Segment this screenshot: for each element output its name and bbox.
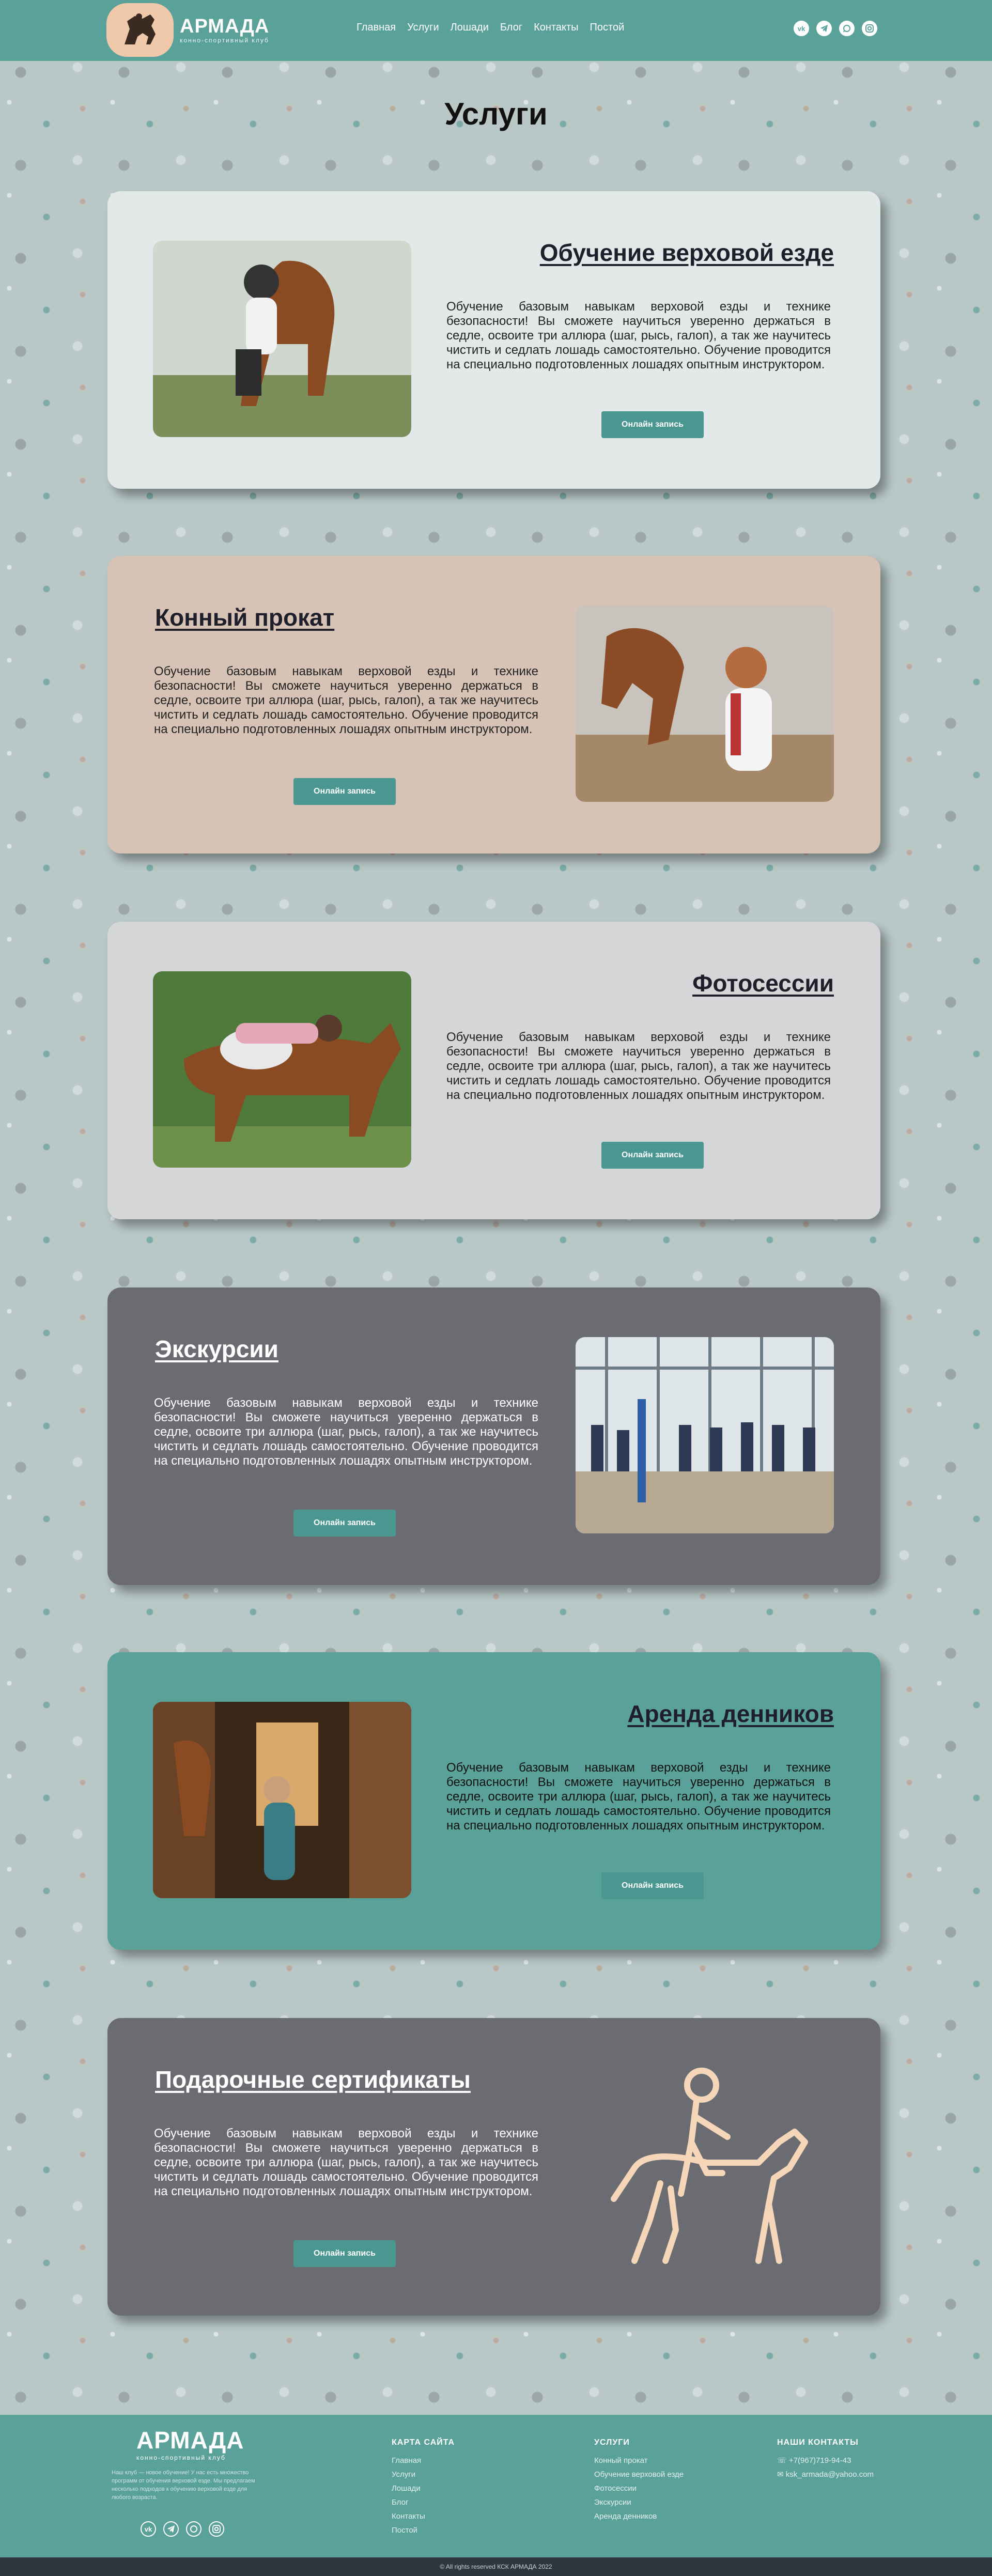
online-booking-button[interactable]: Онлайн запись (601, 1872, 704, 1899)
service-card-riding-lessons: Обучение верховой езде Обучение базовым … (107, 191, 880, 489)
footer-brand-name: АРМАДА (136, 2427, 244, 2454)
online-booking-button[interactable]: Онлайн запись (601, 1142, 704, 1169)
service-description: Обучение базовым навыкам верховой езды и… (154, 2127, 538, 2198)
copyright-text: © All rights reserved КСК АРМАДА 2022 (440, 2563, 552, 2570)
footer-sitemap: КАРТА САЙТА Главная Услуги Лошади Блог К… (392, 2435, 455, 2537)
nav-boarding[interactable]: Постой (590, 22, 625, 34)
phone-icon: ☏ (777, 2456, 789, 2465)
sitemap-link[interactable]: Лошади (392, 2481, 455, 2495)
instagram-icon[interactable] (862, 21, 877, 36)
sitemap-link[interactable]: Контакты (392, 2509, 455, 2523)
whatsapp-icon[interactable] (186, 2521, 202, 2537)
service-card-stall-rental: Аренда денников Обучение базовым навыкам… (107, 1652, 880, 1950)
vk-icon[interactable]: vk (141, 2521, 156, 2537)
service-link[interactable]: Аренда денников (594, 2509, 684, 2523)
nav-home[interactable]: Главная (357, 22, 396, 34)
service-card-excursions: Экскурсии Обучение базовым навыкам верхо… (107, 1287, 880, 1585)
vk-icon[interactable]: vk (794, 21, 809, 36)
footer-services: УСЛУГИ Конный прокат Обучение верховой е… (594, 2435, 684, 2523)
copyright-bar: © All rights reserved КСК АРМАДА 2022 (0, 2557, 992, 2576)
page-title: Услуги (444, 97, 548, 131)
horse-rider-icon (603, 2065, 820, 2276)
telegram-icon[interactable] (816, 21, 832, 36)
sitemap-link[interactable]: Услуги (392, 2468, 455, 2481)
service-description: Обучение базовым навыкам верховой езды и… (154, 1396, 538, 1468)
horse-logo-icon (106, 3, 174, 57)
footer-socials: vk (141, 2521, 224, 2537)
service-card-horse-rental: Конный прокат Обучение базовым навыкам в… (107, 556, 880, 854)
excursion-photo (576, 1337, 834, 1533)
site-footer: АРМАДА конно-спортивный клуб Наш клуб — … (0, 2415, 992, 2557)
service-description: Обучение базовым навыкам верховой езды и… (154, 664, 538, 736)
service-description: Обучение базовым навыкам верховой езды и… (446, 300, 831, 371)
nav-blog[interactable]: Блог (500, 22, 522, 34)
sitemap-link[interactable]: Постой (392, 2523, 455, 2537)
telegram-icon[interactable] (163, 2521, 179, 2537)
phone-number: +7(967)719-94-43 (788, 2456, 851, 2465)
nav-services[interactable]: Услуги (407, 22, 439, 34)
site-header: АРМАДА конно-спортивный клуб Главная Усл… (0, 0, 992, 61)
online-booking-button[interactable]: Онлайн запись (601, 411, 704, 438)
footer-brand-subtitle: конно-спортивный клуб (136, 2454, 226, 2461)
brand-name: АРМАДА (180, 15, 270, 37)
nav-horses[interactable]: Лошади (451, 22, 489, 34)
footer-description: Наш клуб — новое обучение! У нас есть мн… (112, 2470, 255, 2501)
service-title: Экскурсии (155, 1336, 278, 1362)
brand-subtitle: конно-спортивный клуб (180, 37, 269, 44)
service-title: Аренда денников (627, 1700, 834, 1727)
service-card-photoshoots: Фотосессии Обучение базовым навыкам верх… (107, 922, 880, 1219)
riding-lesson-photo (153, 241, 411, 437)
email-address: ksk_armada@yahoo.com (785, 2470, 874, 2479)
logo[interactable]: АРМАДА конно-спортивный клуб (106, 3, 269, 57)
service-link[interactable]: Экскурсии (594, 2495, 684, 2509)
sitemap-title: КАРТА САЙТА (392, 2438, 455, 2447)
footer-contacts: НАШИ КОНТАКТЫ ☏ +7(967)719-94-43 ✉ ksk_a… (777, 2435, 874, 2481)
main-nav: Главная Услуги Лошади Блог Контакты Пост… (357, 22, 624, 34)
horse-rental-photo (576, 606, 834, 802)
service-title: Фотосессии (692, 970, 834, 997)
phone-row[interactable]: ☏ +7(967)719-94-43 (777, 2454, 874, 2468)
services-title: УСЛУГИ (594, 2438, 630, 2447)
online-booking-button[interactable]: Онлайн запись (293, 1510, 396, 1537)
sitemap-link[interactable]: Главная (392, 2454, 455, 2468)
instagram-icon[interactable] (209, 2521, 224, 2537)
service-description: Обучение базовым навыкам верховой езды и… (446, 1030, 831, 1102)
sitemap-link[interactable]: Блог (392, 2495, 455, 2509)
email-row[interactable]: ✉ ksk_armada@yahoo.com (777, 2468, 874, 2481)
header-socials: vk (794, 21, 877, 36)
photoshoot-photo (153, 971, 411, 1168)
online-booking-button[interactable]: Онлайн запись (293, 778, 396, 805)
service-description: Обучение базовым навыкам верховой езды и… (446, 1761, 831, 1833)
service-link[interactable]: Фотосессии (594, 2481, 684, 2495)
stable-photo (153, 1702, 411, 1898)
whatsapp-icon[interactable] (839, 21, 855, 36)
service-title: Подарочные сертификаты (155, 2066, 471, 2093)
service-card-gift-certificates: Подарочные сертификаты Обучение базовым … (107, 2018, 880, 2316)
service-link[interactable]: Обучение верховой езде (594, 2468, 684, 2481)
service-title: Обучение верховой езде (539, 239, 834, 266)
online-booking-button[interactable]: Онлайн запись (293, 2240, 396, 2267)
mail-icon: ✉ (777, 2470, 786, 2479)
service-title: Конный прокат (155, 604, 335, 631)
footer-logo[interactable]: АРМАДА конно-спортивный клуб (136, 2426, 244, 2461)
contacts-title: НАШИ КОНТАКТЫ (777, 2438, 859, 2447)
nav-contacts[interactable]: Контакты (534, 22, 578, 34)
service-link[interactable]: Конный прокат (594, 2454, 684, 2468)
